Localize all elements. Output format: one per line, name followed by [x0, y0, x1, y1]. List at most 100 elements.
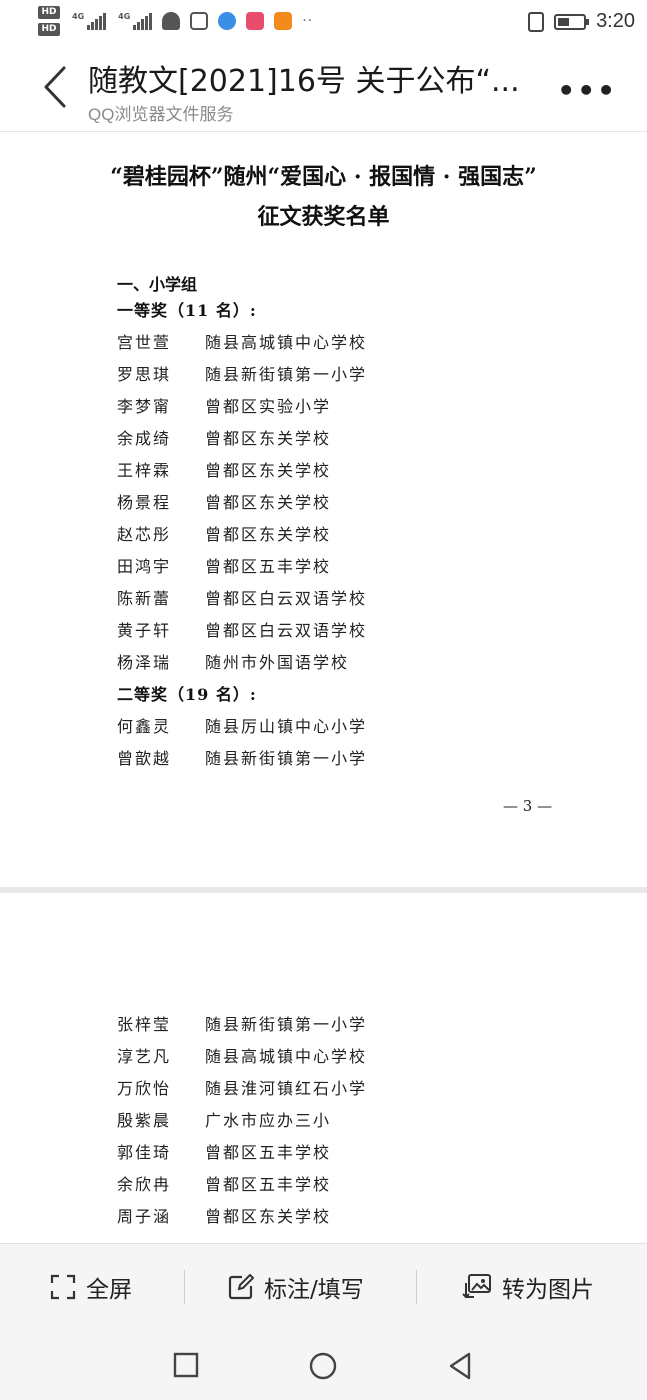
winner-name: 黄子轩 — [117, 621, 172, 640]
home-button[interactable] — [308, 1351, 338, 1381]
winner-name: 余欣冉 — [117, 1175, 172, 1194]
signal-icon: 4G — [118, 12, 153, 30]
list-item: 淳艺凡 随县高城镇中心学校 — [117, 1041, 367, 1073]
winner-name: 田鸿宇 — [117, 557, 172, 576]
winner-school: 曾都区东关学校 — [205, 1207, 332, 1226]
winner-name: 曾歆越 — [117, 749, 172, 768]
winner-school: 随县高城镇中心学校 — [205, 333, 368, 352]
winner-school: 随县淮河镇红石小学 — [205, 1079, 368, 1098]
document-title: 征文获奖名单 — [257, 204, 390, 230]
app-icon — [246, 12, 265, 30]
status-bar: HD HD 4G 4G ·· 3:20 — [0, 0, 647, 44]
winner-name: 陈新蕾 — [117, 589, 172, 608]
network-type: 4G — [118, 12, 131, 21]
list-item: 郭佳琦 曾都区五丰学校 — [117, 1137, 367, 1169]
edit-icon — [228, 1274, 254, 1300]
winner-school: 曾都区东关学校 — [205, 461, 332, 480]
winner-name: 淳艺凡 — [117, 1047, 172, 1066]
browser-icon — [218, 12, 237, 30]
network-type: 4G — [72, 12, 85, 21]
document-title: “碧桂园杯”随州“爱国心 · 报国情 · 强国志” — [110, 164, 537, 190]
award-heading: 二等奖（19 名）: — [117, 685, 257, 704]
hd-badge: HD — [38, 23, 60, 36]
fullscreen-icon — [50, 1274, 76, 1300]
winner-school: 曾都区五丰学校 — [205, 1175, 332, 1194]
winner-school: 随县新街镇第一小学 — [205, 749, 368, 768]
qq-icon — [162, 12, 181, 30]
fullscreen-button[interactable]: 全屏 — [50, 1244, 132, 1330]
winner-school: 曾都区五丰学校 — [205, 557, 332, 576]
toolbar-divider — [416, 1270, 417, 1304]
winner-school: 曾都区东关学校 — [205, 525, 332, 544]
list-item: 曾歆越 随县新街镇第一小学 — [117, 743, 367, 775]
annotate-button[interactable]: 标注/填写 — [228, 1244, 364, 1330]
toolbar-divider — [184, 1270, 185, 1304]
hd-badge: HD — [38, 6, 60, 19]
winner-name: 万欣怡 — [117, 1079, 172, 1098]
winner-name: 殷紫晨 — [117, 1111, 172, 1130]
list-item: 罗思琪 随县新街镇第一小学 — [117, 359, 367, 391]
list-item: 周子涵 曾都区东关学校 — [117, 1201, 367, 1233]
winner-school: 曾都区东关学校 — [205, 493, 332, 512]
page-subtitle: QQ浏览器文件服务 — [88, 105, 234, 124]
recent-apps-button[interactable] — [172, 1351, 200, 1379]
winner-school: 随县厉山镇中心小学 — [205, 717, 368, 736]
winner-name: 郭佳琦 — [117, 1143, 172, 1162]
battery-icon — [554, 13, 590, 30]
list-item: 何鑫灵 随县厉山镇中心小学 — [117, 711, 367, 743]
page-title: 随教文[2021]16号 关于公布“... — [88, 64, 520, 99]
image-convert-icon — [462, 1274, 491, 1299]
list-item: 田鸿宇 曾都区五丰学校 — [117, 551, 367, 583]
back-nav-button[interactable] — [446, 1351, 474, 1381]
system-nav-bar — [0, 1329, 647, 1400]
bottom-toolbar: 全屏 标注/填写 转为图片 — [0, 1243, 647, 1329]
list-item: 余成绮 曾都区东关学校 — [117, 423, 367, 455]
winner-school: 广水市应办三小 — [205, 1111, 332, 1130]
annotate-label: 标注/填写 — [264, 1277, 364, 1303]
list-item: 杨泽瑞 随州市外国语学校 — [117, 647, 367, 679]
winner-name: 罗思琪 — [117, 365, 172, 384]
battery-level — [558, 17, 569, 26]
winner-name: 张梓莹 — [117, 1015, 172, 1034]
list-item: 万欣怡 随县淮河镇红石小学 — [117, 1073, 367, 1105]
winner-name: 何鑫灵 — [117, 717, 172, 736]
list-item: 王梓霖 曾都区东关学校 — [117, 455, 367, 487]
winner-school: 随州市外国语学校 — [205, 653, 350, 672]
winner-name: 杨景程 — [117, 493, 172, 512]
winner-school: 曾都区白云双语学校 — [205, 589, 368, 608]
page-number: — 3 — — [503, 797, 553, 815]
convert-to-image-button[interactable]: 转为图片 — [462, 1244, 594, 1330]
winner-school: 随县新街镇第一小学 — [205, 365, 368, 384]
clock: 3:20 — [596, 10, 635, 32]
fullscreen-label: 全屏 — [86, 1277, 132, 1303]
winner-school: 曾都区白云双语学校 — [205, 621, 368, 640]
document-page: 张梓莹 随县新街镇第一小学淳艺凡 随县高城镇中心学校万欣怡 随县淮河镇红石小学殷紫晨 广… — [0, 893, 647, 1243]
winner-name: 王梓霖 — [117, 461, 172, 480]
winner-school: 曾都区实验小学 — [205, 397, 332, 416]
list-item: 黄子轩 曾都区白云双语学校 — [117, 615, 367, 647]
winner-name: 赵芯彤 — [117, 525, 172, 544]
app-icon — [190, 12, 209, 30]
chevron-left-icon — [44, 66, 66, 108]
more-notifications-icon: ·· — [302, 13, 314, 29]
section-heading: 一、小学组 — [117, 275, 198, 294]
award-list: 一等奖（11 名）: 宫世萱 随县高城镇中心学校 罗思琪 随县新街镇第一小学 李梦甯 曾都… — [117, 295, 367, 775]
back-button[interactable] — [38, 64, 78, 110]
list-item: 陈新蕾 曾都区白云双语学校 — [117, 583, 367, 615]
winner-name: 宫世萱 — [117, 333, 172, 352]
winner-school: 曾都区五丰学校 — [205, 1143, 332, 1162]
winner-school: 随县新街镇第一小学 — [205, 1015, 368, 1034]
hd-indicators: HD HD — [38, 6, 60, 36]
winner-school: 曾都区东关学校 — [205, 429, 332, 448]
winner-name: 杨泽瑞 — [117, 653, 172, 672]
list-item: 张梓莹 随县新街镇第一小学 — [117, 1009, 367, 1041]
winner-name: 余成绮 — [117, 429, 172, 448]
more-menu-button[interactable]: ••• — [557, 74, 617, 107]
list-item: 殷紫晨 广水市应办三小 — [117, 1105, 367, 1137]
winner-school: 随县高城镇中心学校 — [205, 1047, 368, 1066]
convert-to-image-label: 转为图片 — [502, 1277, 594, 1303]
award-heading: 一等奖（11 名）: — [117, 301, 257, 320]
list-item: 宫世萱 随县高城镇中心学校 — [117, 327, 367, 359]
winner-name: 周子涵 — [117, 1207, 172, 1226]
list-item: 杨景程 曾都区东关学校 — [117, 487, 367, 519]
